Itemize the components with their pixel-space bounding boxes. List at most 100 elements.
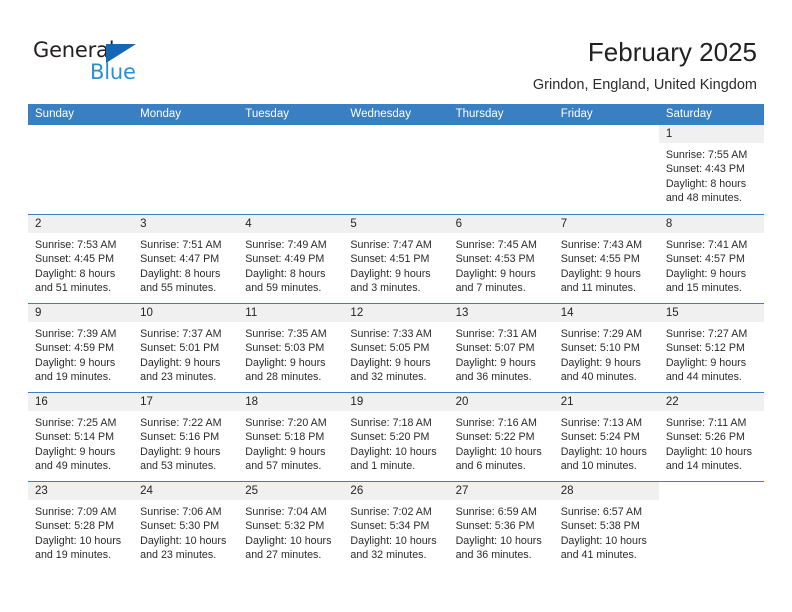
daylight-duration-line2: and 6 minutes. [455, 460, 526, 473]
day-cell[interactable]: 26 Sunrise: 7:02 AM Sunset: 5:34 PM Dayligh… [343, 482, 449, 570]
day-number [659, 482, 764, 500]
sunrise-time: Sunrise: 6:57 AM [560, 506, 643, 518]
weekday-header-friday: Friday [560, 108, 593, 120]
day-details: Sunrise: 7:45 AM Sunset: 4:53 PM Daylight:… [449, 233, 554, 296]
sunrise-time: Sunrise: 7:06 AM [140, 506, 222, 518]
sunset-time: Sunset: 5:14 PM [35, 431, 115, 444]
day-cell[interactable]: 23 Sunrise: 7:09 AM Sunset: 5:28 PM Dayligh… [28, 482, 134, 570]
sunrise-time: Sunrise: 7:41 AM [665, 239, 748, 251]
day-cell[interactable]: 24 Sunrise: 7:06 AM Sunset: 5:30 PM Dayligh… [133, 482, 239, 570]
daylight-duration-line1: Daylight: 9 hours [35, 445, 116, 458]
day-cell[interactable]: 15 Sunrise: 7:27 AM Sunset: 5:12 PM Dayligh… [658, 304, 764, 392]
day-number: 28 [553, 482, 659, 500]
weekday-header-tuesday: Tuesday [245, 108, 289, 120]
calendar-week-row: 2 Sunrise: 7:53 AM Sunset: 4:45 PM Daylight… [28, 214, 764, 303]
daylight-duration-line1: Daylight: 9 hours [455, 356, 536, 369]
weekday-header-wednesday: Wednesday [350, 108, 411, 120]
sunset-time: Sunset: 4:45 PM [35, 253, 115, 266]
daylight-duration-line2: and 1 minute. [350, 460, 416, 473]
sunrise-time: Sunrise: 7:53 AM [35, 239, 117, 251]
sunset-time: Sunset: 4:43 PM [665, 163, 745, 176]
daylight-duration-line1: Daylight: 10 hours [350, 445, 437, 458]
day-number: 14 [553, 304, 659, 322]
day-cell-empty [133, 125, 238, 214]
sunrise-time: Sunrise: 7:35 AM [245, 328, 327, 340]
sunset-time: Sunset: 4:55 PM [560, 253, 640, 266]
day-cell[interactable]: 17 Sunrise: 7:22 AM Sunset: 5:16 PM Dayligh… [133, 393, 239, 481]
day-details: Sunrise: 7:13 AM Sunset: 5:24 PM Daylight:… [554, 411, 659, 474]
day-cell[interactable]: 28 Sunrise: 6:57 AM Sunset: 5:38 PM Dayligh… [553, 482, 659, 570]
sunrise-time: Sunrise: 7:27 AM [665, 328, 748, 340]
daylight-duration-line2: and 3 minutes. [350, 282, 421, 295]
daylight-duration-line1: Daylight: 10 hours [140, 534, 227, 547]
day-cell[interactable]: 18 Sunrise: 7:20 AM Sunset: 5:18 PM Dayligh… [238, 393, 344, 481]
sunrise-time: Sunrise: 7:31 AM [455, 328, 537, 340]
day-cell[interactable]: 2 Sunrise: 7:53 AM Sunset: 4:45 PM Daylight… [28, 215, 134, 303]
sunrise-time: Sunrise: 6:59 AM [455, 506, 537, 518]
daylight-duration-line2: and 44 minutes. [665, 371, 742, 384]
calendar-grid: Sunday Monday Tuesday Wednesday Thursday Frid… [28, 104, 764, 570]
calendar-week-row: 16 Sunrise: 7:25 AM Sunset: 5:14 PM Dayligh… [28, 392, 764, 481]
sunset-time: Sunset: 5:34 PM [350, 520, 430, 533]
sunset-time: Sunset: 5:16 PM [140, 431, 220, 444]
daylight-duration-line2: and 10 minutes. [560, 460, 637, 473]
daylight-duration-line2: and 11 minutes. [560, 282, 636, 295]
day-cell[interactable]: 7 Sunrise: 7:43 AM Sunset: 4:55 PM Daylight… [553, 215, 659, 303]
day-number: 8 [658, 215, 764, 233]
sunset-time: Sunset: 5:01 PM [140, 342, 220, 355]
day-cell[interactable]: 6 Sunrise: 7:45 AM Sunset: 4:53 PM Daylight… [448, 215, 554, 303]
sunrise-time: Sunrise: 7:25 AM [35, 417, 117, 429]
sunrise-time: Sunrise: 7:51 AM [140, 239, 222, 251]
sunset-time: Sunset: 5:05 PM [350, 342, 430, 355]
day-number: 5 [343, 215, 449, 233]
day-cell[interactable]: 1 Sunrise: 7:55 AM Sunset: 4:43 PM Daylight… [658, 125, 764, 214]
day-number: 1 [658, 125, 764, 143]
day-number: 16 [28, 393, 134, 411]
day-number [449, 125, 554, 143]
day-cell[interactable]: 4 Sunrise: 7:49 AM Sunset: 4:49 PM Daylight… [238, 215, 344, 303]
day-cell[interactable]: 9 Sunrise: 7:39 AM Sunset: 4:59 PM Daylight… [28, 304, 134, 392]
day-cell[interactable]: 21 Sunrise: 7:13 AM Sunset: 5:24 PM Dayligh… [553, 393, 659, 481]
day-number: 15 [658, 304, 764, 322]
sunset-time: Sunset: 5:10 PM [560, 342, 640, 355]
day-details: Sunrise: 7:09 AM Sunset: 5:28 PM Daylight:… [28, 500, 133, 563]
day-number: 17 [133, 393, 239, 411]
daylight-duration-line1: Daylight: 10 hours [350, 534, 437, 547]
day-cell[interactable]: 12 Sunrise: 7:33 AM Sunset: 5:05 PM Dayligh… [343, 304, 449, 392]
page-header: General Blue February 2025 Grindon, Engl… [0, 0, 792, 100]
day-cell[interactable]: 14 Sunrise: 7:29 AM Sunset: 5:10 PM Dayligh… [553, 304, 659, 392]
day-cell[interactable]: 5 Sunrise: 7:47 AM Sunset: 4:51 PM Daylight… [343, 215, 449, 303]
daylight-duration-line2: and 55 minutes. [140, 282, 217, 295]
sunrise-time: Sunrise: 7:16 AM [455, 417, 537, 429]
day-cell[interactable]: 10 Sunrise: 7:37 AM Sunset: 5:01 PM Dayligh… [133, 304, 239, 392]
day-cell[interactable]: 19 Sunrise: 7:18 AM Sunset: 5:20 PM Dayligh… [343, 393, 449, 481]
sunset-time: Sunset: 4:49 PM [245, 253, 325, 266]
sunrise-time: Sunrise: 7:47 AM [350, 239, 432, 251]
day-cell[interactable]: 27 Sunrise: 6:59 AM Sunset: 5:36 PM Dayligh… [448, 482, 554, 570]
page-title: February 2025 [587, 37, 757, 67]
sunrise-time: Sunrise: 7:39 AM [35, 328, 117, 340]
daylight-duration-line2: and 28 minutes. [245, 371, 322, 384]
general-blue-logo[interactable]: General Blue [33, 38, 173, 86]
daylight-duration-line1: Daylight: 9 hours [665, 267, 747, 280]
day-cell[interactable]: 13 Sunrise: 7:31 AM Sunset: 5:07 PM Dayligh… [448, 304, 554, 392]
sunrise-time: Sunrise: 7:37 AM [140, 328, 222, 340]
day-cell[interactable]: 3 Sunrise: 7:51 AM Sunset: 4:47 PM Daylight… [133, 215, 239, 303]
day-cell-empty [659, 482, 764, 570]
day-cell[interactable]: 11 Sunrise: 7:35 AM Sunset: 5:03 PM Dayligh… [238, 304, 344, 392]
sunset-time: Sunset: 5:12 PM [665, 342, 745, 355]
sunrise-time: Sunrise: 7:11 AM [665, 417, 747, 429]
day-cell[interactable]: 20 Sunrise: 7:16 AM Sunset: 5:22 PM Dayligh… [448, 393, 554, 481]
daylight-duration-line1: Daylight: 9 hours [245, 445, 326, 458]
day-cell[interactable]: 8 Sunrise: 7:41 AM Sunset: 4:57 PM Daylight… [658, 215, 764, 303]
day-number: 6 [448, 215, 554, 233]
sunrise-time: Sunrise: 7:09 AM [35, 506, 117, 518]
day-details: Sunrise: 7:53 AM Sunset: 4:45 PM Daylight:… [28, 233, 133, 296]
calendar-week-row: 1 Sunrise: 7:55 AM Sunset: 4:43 PM Daylight… [28, 125, 764, 214]
daylight-duration-line2: and 32 minutes. [350, 549, 427, 562]
day-cell[interactable]: 25 Sunrise: 7:04 AM Sunset: 5:32 PM Dayligh… [238, 482, 344, 570]
day-cell[interactable]: 22 Sunrise: 7:11 AM Sunset: 5:26 PM Dayligh… [658, 393, 764, 481]
day-cell[interactable]: 16 Sunrise: 7:25 AM Sunset: 5:14 PM Dayligh… [28, 393, 134, 481]
daylight-duration-line1: Daylight: 9 hours [350, 267, 431, 280]
daylight-duration-line1: Daylight: 8 hours [665, 177, 747, 190]
